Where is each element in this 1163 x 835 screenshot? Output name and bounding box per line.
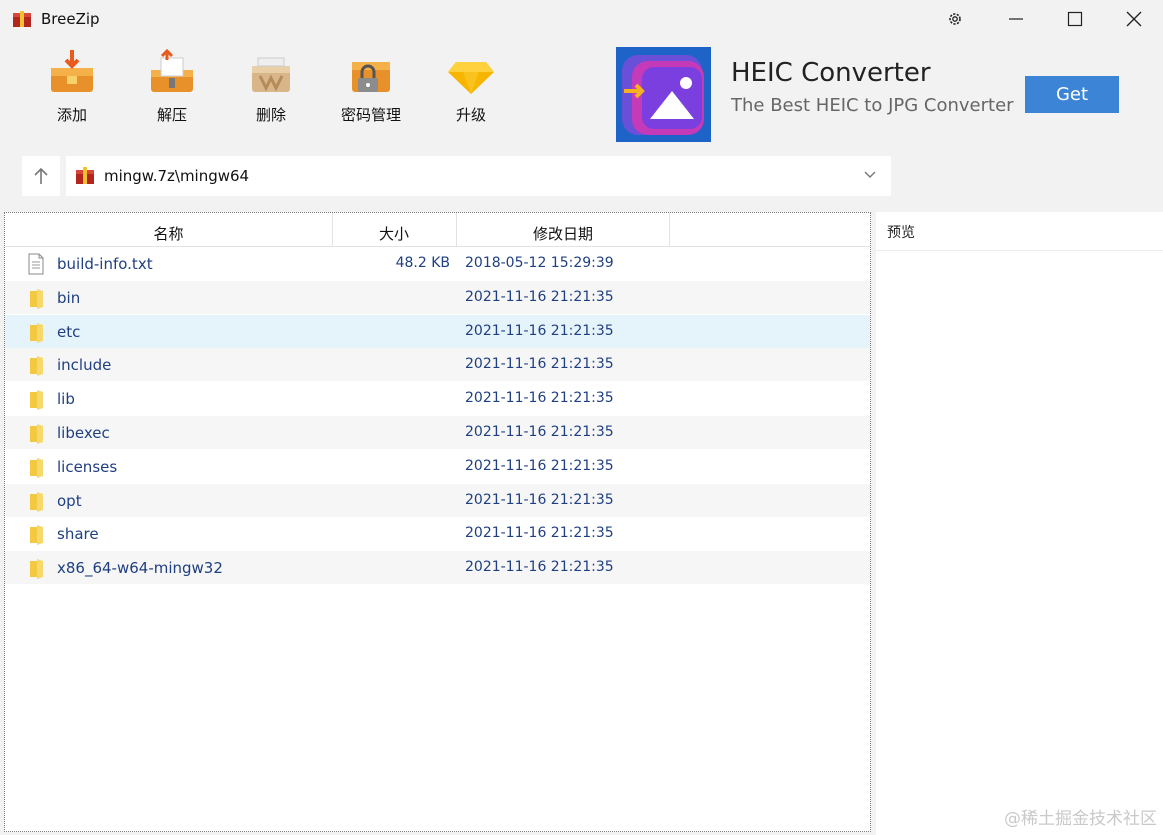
- ad-banner[interactable]: HEIC Converter The Best HEIC to JPG Conv…: [616, 47, 1136, 143]
- file-modified-date: 2021-11-16 21:21:35: [465, 356, 614, 373]
- add-archive-icon: [47, 48, 97, 98]
- folder-icon: [30, 322, 43, 343]
- table-row[interactable]: build-info.txt 48.2 KB 2018-05-12 15:29:39: [5, 247, 870, 280]
- delete-icon: [246, 48, 296, 98]
- file-modified-date: 2021-11-16 21:21:35: [465, 424, 614, 440]
- file-list: 名称 大小 修改日期 build-info.txt 48.2 KB 2018-05-…: [4, 212, 871, 832]
- preview-pane: 预览: [876, 212, 1163, 835]
- add-button[interactable]: 添加: [32, 48, 112, 125]
- table-row[interactable]: licenses 2021-11-16 21:21:35: [5, 450, 870, 483]
- folder-icon: [30, 424, 43, 444]
- text-file-icon: [28, 253, 44, 275]
- file-modified-date: 2021-11-16 21:21:35: [465, 390, 614, 407]
- file-modified-date: 2018-05-12 15:29:39: [465, 255, 614, 271]
- file-name: opt: [57, 491, 82, 510]
- folder-icon: [30, 457, 43, 478]
- file-name: x86_64-w64-mingw32: [57, 559, 223, 578]
- settings-button[interactable]: [932, 0, 978, 38]
- file-modified-date: 2021-11-16 21:21:35: [465, 491, 614, 508]
- current-path: mingw.7z\mingw64: [104, 167, 250, 185]
- file-modified-date: 2021-11-16 21:21:35: [465, 322, 614, 339]
- minimize-icon: [1009, 18, 1023, 20]
- file-name: lib: [57, 390, 75, 409]
- arrow-up-icon: [34, 167, 48, 184]
- file-modified-date: 2021-11-16 21:21:35: [465, 457, 614, 474]
- delete-button[interactable]: 删除: [231, 48, 311, 125]
- watermark: @稀土掘金技术社区: [1004, 809, 1157, 829]
- column-header-name[interactable]: 名称: [5, 213, 333, 246]
- minimize-button[interactable]: [993, 0, 1039, 38]
- maximize-icon: [1067, 11, 1083, 27]
- table-row[interactable]: x86_64-w64-mingw32 2021-11-16 21:21:35: [5, 551, 870, 585]
- ad-subtitle: The Best HEIC to JPG Converter: [731, 95, 1014, 116]
- password-manager-button[interactable]: 密码管理: [331, 48, 411, 125]
- password-manager-label: 密码管理: [340, 106, 401, 124]
- gear-icon: [949, 13, 961, 25]
- file-name: share: [57, 525, 99, 544]
- preview-label: 预览: [887, 225, 915, 241]
- preview-header: 预览: [876, 212, 1163, 251]
- table-row[interactable]: share 2021-11-16 21:21:35: [5, 517, 870, 550]
- password-manager-icon: [346, 48, 396, 98]
- column-header-size[interactable]: 大小: [332, 213, 457, 246]
- column-header-modified[interactable]: 修改日期: [457, 213, 670, 246]
- table-row[interactable]: lib 2021-11-16 21:21:35: [5, 382, 870, 415]
- upgrade-diamond-icon: [446, 48, 496, 98]
- extract-label: 解压: [156, 106, 187, 124]
- heic-converter-app-icon: [616, 47, 711, 142]
- maximize-button[interactable]: [1052, 0, 1098, 38]
- close-button[interactable]: [1111, 0, 1157, 38]
- file-name: bin: [57, 288, 81, 307]
- extract-button[interactable]: 解压: [132, 48, 212, 125]
- folder-icon: [30, 356, 43, 377]
- file-name: build-info.txt: [57, 255, 153, 273]
- column-header-row: 名称 大小 修改日期: [5, 213, 870, 247]
- file-name: include: [57, 356, 112, 375]
- folder-icon: [30, 390, 43, 411]
- close-icon: [1126, 11, 1142, 27]
- address-bar: mingw.7z\mingw64: [22, 156, 891, 196]
- delete-label: 删除: [255, 106, 286, 124]
- ad-title: HEIC Converter: [731, 58, 931, 88]
- ad-get-button[interactable]: Get: [1025, 76, 1119, 113]
- file-name: etc: [57, 322, 81, 341]
- extract-icon: [147, 48, 197, 98]
- upgrade-button[interactable]: 升级: [431, 48, 511, 125]
- add-label: 添加: [56, 106, 87, 124]
- file-modified-date: 2021-11-16 21:21:35: [465, 559, 614, 576]
- folder-icon: [30, 559, 43, 580]
- table-row[interactable]: include 2021-11-16 21:21:35: [5, 348, 870, 382]
- folder-icon: [30, 525, 43, 546]
- folder-icon: [30, 491, 43, 512]
- file-modified-date: 2021-11-16 21:21:35: [465, 288, 614, 305]
- table-row[interactable]: libexec 2021-11-16 21:21:35: [5, 416, 870, 449]
- archive-file-icon: [76, 167, 94, 184]
- file-size: 48.2 KB: [395, 255, 450, 271]
- path-field[interactable]: mingw.7z\mingw64: [66, 156, 891, 196]
- table-row[interactable]: opt 2021-11-16 21:21:35: [5, 483, 870, 517]
- up-button[interactable]: [22, 156, 60, 196]
- upgrade-label: 升级: [455, 106, 486, 124]
- chevron-down-icon[interactable]: [863, 168, 877, 182]
- file-modified-date: 2021-11-16 21:21:35: [465, 525, 614, 542]
- title-bar: BreeZip: [0, 0, 1163, 38]
- file-name: licenses: [57, 457, 118, 476]
- file-name: libexec: [57, 424, 110, 442]
- table-row[interactable]: etc 2021-11-16 21:21:35: [5, 314, 870, 348]
- window-title: BreeZip: [41, 10, 100, 28]
- breezip-logo-icon: [13, 11, 31, 27]
- table-row[interactable]: bin 2021-11-16 21:21:35: [5, 280, 870, 314]
- folder-icon: [30, 288, 43, 309]
